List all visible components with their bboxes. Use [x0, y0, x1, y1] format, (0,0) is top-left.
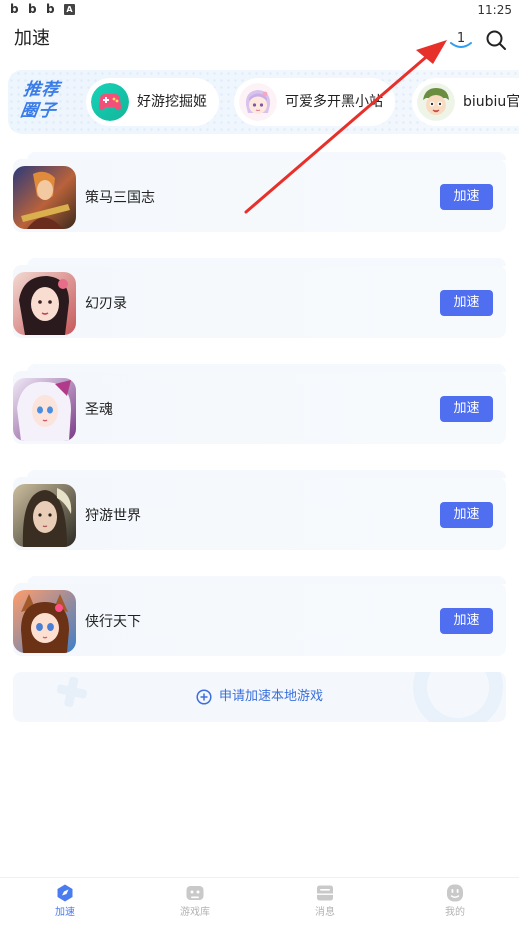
status-icons: b b b A [10, 3, 75, 16]
speed-up-button[interactable]: 加速 [440, 502, 493, 528]
nav-label: 游戏库 [180, 907, 210, 918]
game-name: 幻刃录 [85, 296, 127, 312]
search-icon[interactable] [484, 28, 508, 52]
nav-label: 我的 [445, 907, 465, 918]
add-circle-icon [196, 689, 212, 705]
nav-tab-profile[interactable]: 我的 [425, 883, 485, 923]
status-bar: b b b A 11:25 [0, 0, 519, 20]
game-cover-icon [13, 272, 76, 335]
speed-up-button[interactable]: 加速 [440, 290, 493, 316]
download-icon[interactable]: 1 [448, 26, 474, 52]
game-cover-icon [13, 378, 76, 441]
game-cover-icon [13, 484, 76, 547]
recommended-circles-title: 推荐圈子 [19, 80, 61, 121]
game-cover-icon [13, 590, 76, 653]
game-name: 圣魂 [85, 402, 113, 418]
rocket-icon [57, 884, 73, 902]
cartoon-character-avatar-icon [417, 83, 455, 121]
download-count: 1 [457, 31, 465, 46]
message-box-icon [317, 885, 333, 901]
recommended-circles: 推荐圈子 好游挖掘姬 可爱多开黑小站 biubiu官 [8, 70, 519, 134]
app-b-icon: b [28, 2, 37, 16]
speed-up-button[interactable]: 加速 [440, 184, 493, 210]
speed-up-button[interactable]: 加速 [440, 396, 493, 422]
status-time: 11:25 [477, 3, 512, 17]
annotation-arrow [244, 40, 447, 214]
smiley-profile-icon [447, 884, 463, 902]
game-row[interactable]: 幻刃录 加速 [13, 258, 506, 338]
game-row[interactable]: 策马三国志 加速 [13, 152, 506, 232]
circle-name: biubiu官方 [463, 94, 519, 110]
apply-local-game-label: 申请加速本地游戏 [218, 689, 323, 704]
circle-item[interactable]: 好游挖掘姬 [86, 78, 219, 126]
app-b-icon: b [46, 2, 55, 16]
circle-item[interactable]: biubiu官方 [412, 78, 519, 126]
game-cover-icon [13, 166, 76, 229]
nav-tab-game-library[interactable]: 游戏库 [165, 883, 225, 923]
speed-up-button[interactable]: 加速 [440, 608, 493, 634]
nav-label: 加速 [55, 907, 75, 918]
app-b-icon: b [10, 2, 19, 16]
apply-local-game-link[interactable]: 申请加速本地游戏 [13, 672, 506, 722]
nav-tab-speedup[interactable]: 加速 [35, 883, 95, 923]
page-title: 加速 [14, 28, 50, 49]
circle-name: 可爱多开黑小站 [285, 94, 383, 110]
nav-tab-messages[interactable]: 消息 [295, 883, 355, 923]
game-row[interactable]: 圣魂 加速 [13, 364, 506, 444]
gamepad-avatar-icon [91, 83, 129, 121]
app-a-icon: A [64, 4, 75, 15]
anime-girl-avatar-icon [239, 83, 277, 121]
game-name: 策马三国志 [85, 190, 155, 206]
apply-local-game-card[interactable]: 申请加速本地游戏 [13, 672, 506, 722]
game-row[interactable]: 狩游世界 加速 [13, 470, 506, 550]
bottom-nav: 加速 游戏库 消息 我的 [0, 877, 519, 925]
gamepad-icon [186, 886, 204, 900]
nav-label: 消息 [315, 907, 335, 918]
circle-item[interactable]: 可爱多开黑小站 [234, 78, 395, 126]
game-name: 侠行天下 [85, 614, 141, 630]
game-row[interactable]: 侠行天下 加速 [13, 576, 506, 656]
game-name: 狩游世界 [85, 508, 141, 524]
circle-name: 好游挖掘姬 [137, 94, 207, 110]
